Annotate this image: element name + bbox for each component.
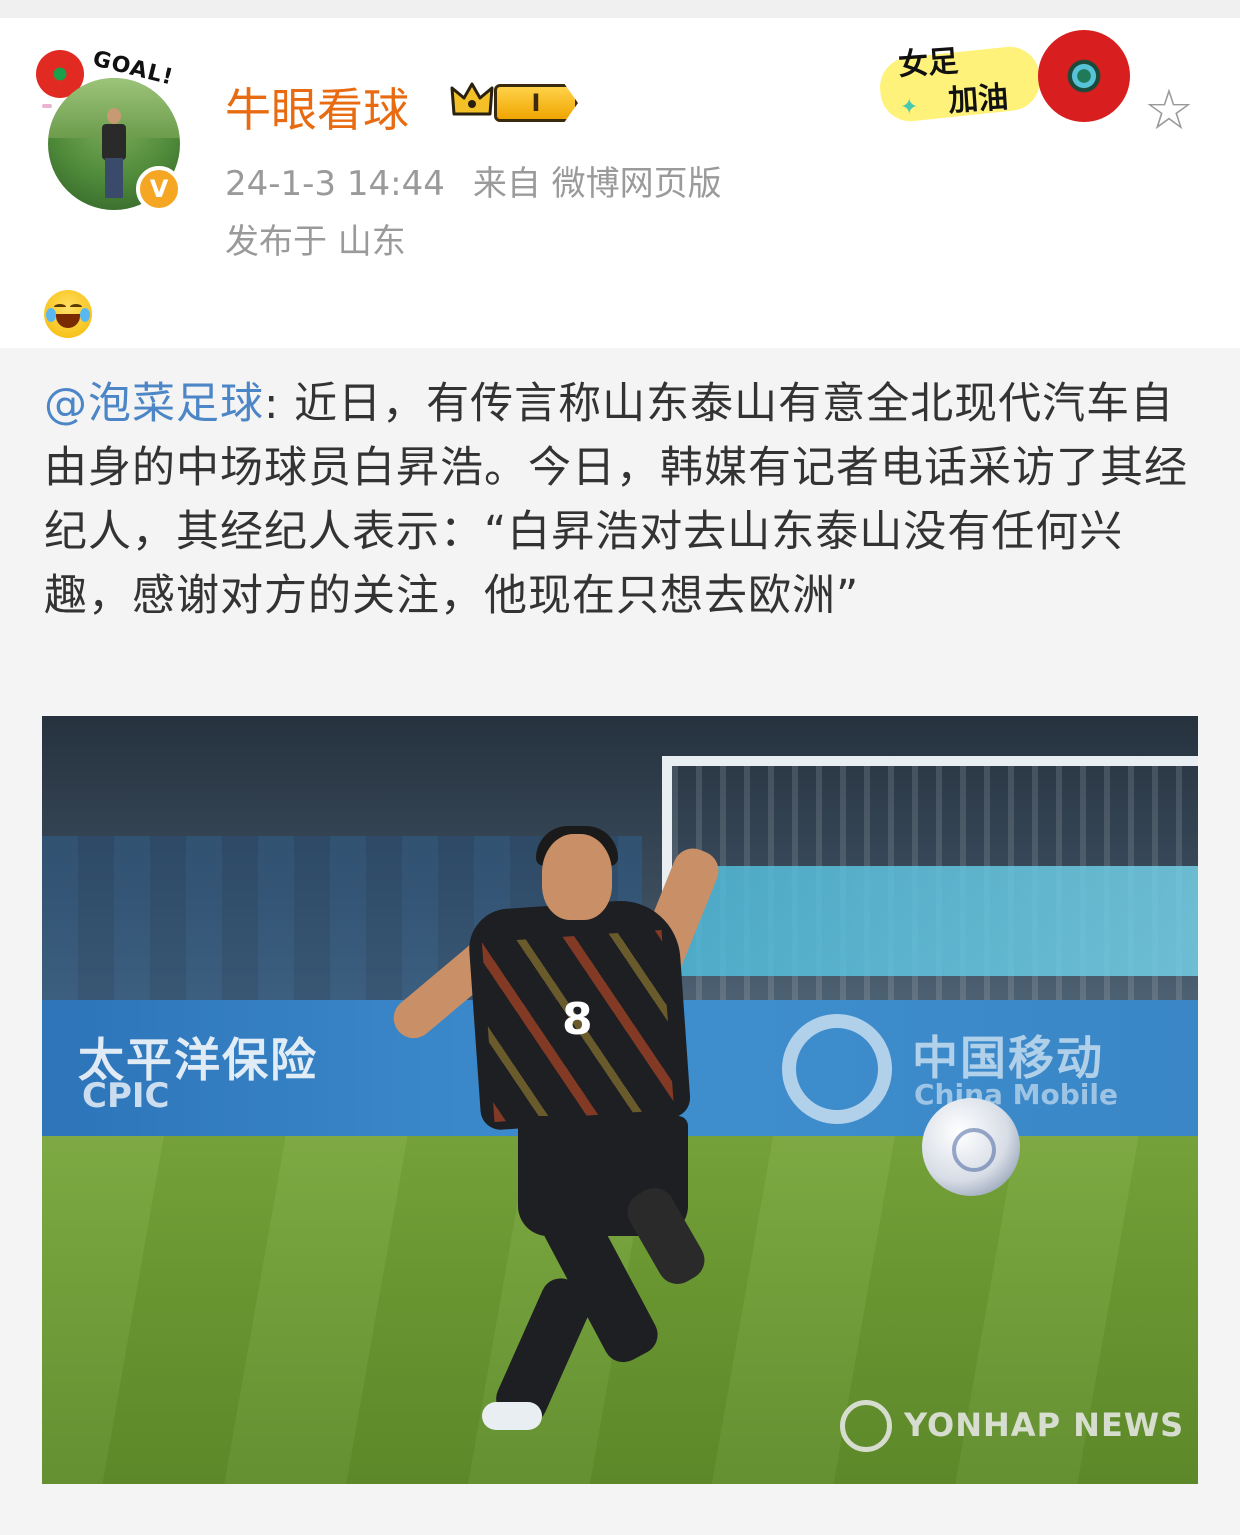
photo-banner bbox=[672, 866, 1198, 976]
laughing-crying-emoji-icon bbox=[44, 290, 92, 338]
cheer-sticker: 女足 加油 ✦ bbox=[870, 30, 1170, 140]
repost-block[interactable]: @泡菜足球: 近日，有传言称山东泰山有意全北现代汽车自由身的中场球员白昇浩。今日… bbox=[0, 348, 1240, 1535]
author-avatar[interactable]: GOAL! V bbox=[36, 46, 196, 212]
level-badge[interactable]: I bbox=[494, 84, 578, 122]
verified-badge-icon: V bbox=[136, 166, 182, 212]
sparkle-icon: ✦ bbox=[900, 95, 919, 120]
jersey-number: 8 bbox=[562, 994, 593, 1045]
crown-icon bbox=[450, 82, 494, 116]
post-timestamp[interactable]: 24-1-3 14:44 bbox=[225, 164, 445, 204]
ad-board-logo bbox=[782, 1014, 892, 1124]
sticker-text-line2: 加油 bbox=[947, 79, 1010, 120]
post-photo[interactable]: 太平洋保险 CPIC 中国移动 China Mobile 8 YONHAP NE… bbox=[42, 716, 1198, 1484]
football bbox=[922, 1098, 1020, 1196]
yonhap-logo-icon bbox=[840, 1400, 892, 1452]
star-outline-icon[interactable]: ☆ bbox=[1140, 82, 1198, 140]
post-location: 发布于 山东 bbox=[225, 222, 406, 262]
top-strip bbox=[0, 0, 1240, 18]
photo-watermark: YONHAP NEWS bbox=[904, 1406, 1185, 1444]
mention-link[interactable]: @泡菜足球 bbox=[44, 379, 264, 429]
ad-board-lettering: CPIC bbox=[82, 1076, 170, 1116]
post-meta: 24-1-3 14:44 来自 微博网页版 bbox=[225, 156, 722, 205]
player-head bbox=[542, 834, 612, 920]
author-name[interactable]: 牛眼看球 bbox=[225, 74, 409, 140]
post-source: 来自 微博网页版 bbox=[472, 164, 722, 204]
repost-text: @泡菜足球: 近日，有传言称山东泰山有意全北现代汽车自由身的中场球员白昇浩。今日… bbox=[44, 372, 1204, 628]
player-boot bbox=[482, 1402, 542, 1430]
avatar-person bbox=[100, 108, 128, 198]
flower-icon bbox=[1038, 30, 1130, 122]
